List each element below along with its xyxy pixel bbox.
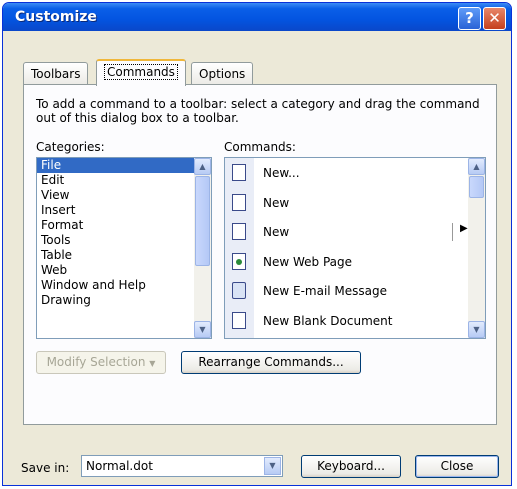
web-page-icon (232, 252, 246, 270)
blank-document-icon (232, 223, 246, 241)
commands-scrollbar[interactable]: ▲ ▼ (468, 158, 485, 338)
button-label: Close (440, 459, 474, 473)
list-item[interactable]: Insert (37, 203, 211, 218)
email-message-icon (232, 282, 246, 300)
save-in-value: Normal.dot (86, 459, 153, 473)
command-label: New Blank Document (263, 313, 393, 328)
categories-list[interactable]: File Edit View Insert Format Tools Table… (36, 157, 212, 339)
tab-commands[interactable]: Commands (96, 59, 186, 86)
button-label: Keyboard... (317, 459, 385, 473)
categories-label: Categories: (36, 140, 105, 154)
keyboard-button[interactable]: Keyboard... (301, 455, 401, 478)
instructions-text: To add a command to a toolbar: select a … (36, 97, 480, 125)
window-title: Customize (15, 9, 97, 25)
rearrange-commands-button[interactable]: Rearrange Commands... (181, 351, 361, 374)
scroll-thumb[interactable] (469, 176, 484, 198)
list-item[interactable]: Format (37, 218, 211, 233)
list-item[interactable]: Tools (37, 233, 211, 248)
list-item[interactable]: New ▶ (225, 217, 485, 247)
commands-label: Commands: (224, 140, 296, 154)
list-item[interactable]: File (37, 158, 211, 173)
list-item[interactable]: Edit (37, 173, 211, 188)
blank-document-icon (232, 164, 246, 181)
list-item[interactable]: Window and Help (37, 278, 211, 293)
list-item[interactable]: Web (37, 263, 211, 278)
list-item[interactable]: New Blank Document (225, 306, 485, 336)
button-label: Rearrange Commands... (198, 355, 344, 369)
list-item[interactable]: View (37, 188, 211, 203)
list-item[interactable]: Table (37, 248, 211, 263)
categories-scrollbar[interactable]: ▲ ▼ (194, 158, 211, 338)
list-item[interactable]: New E-mail Message (225, 276, 485, 306)
command-label: New... (263, 166, 300, 180)
command-label: New E-mail Message (263, 284, 388, 299)
command-label: New Web Page (263, 254, 353, 269)
command-label: New (263, 225, 290, 240)
save-in-label: Save in: (21, 461, 70, 475)
title-bar[interactable]: Customize ? ✕ (3, 3, 511, 31)
submenu-arrow-icon[interactable]: ▶ (460, 223, 468, 234)
chevron-down-icon[interactable]: ▼ (264, 457, 281, 475)
modify-selection-button[interactable]: Modify Selection ▼ (36, 351, 166, 374)
tab-label: Toolbars (31, 67, 81, 81)
list-item[interactable]: New (225, 188, 485, 218)
submenu-divider (452, 223, 453, 242)
tab-label: Options (199, 67, 246, 81)
command-label: New (263, 195, 290, 210)
close-icon[interactable]: ✕ (483, 7, 506, 30)
commands-list[interactable]: New... New New ▶ New Web Page New E-mail… (224, 157, 486, 339)
tab-label: Commands (104, 64, 178, 80)
tab-toolbars[interactable]: Toolbars (23, 62, 89, 84)
list-item[interactable]: Drawing (37, 293, 211, 308)
help-icon[interactable]: ? (458, 7, 481, 30)
scroll-down-icon[interactable]: ▼ (468, 321, 485, 338)
list-item[interactable]: New Web Page (225, 247, 485, 277)
scroll-up-icon[interactable]: ▲ (194, 158, 211, 175)
close-button[interactable]: Close (415, 455, 499, 478)
button-label: Modify Selection (46, 355, 146, 369)
scroll-down-icon[interactable]: ▼ (194, 321, 211, 338)
commands-tab-panel: To add a command to a toolbar: select a … (23, 84, 497, 425)
list-item[interactable]: New... (225, 158, 485, 188)
scroll-thumb[interactable] (195, 176, 210, 266)
blank-document-icon (232, 193, 246, 211)
customize-dialog: Customize ? ✕ Toolbars Commands Options … (2, 2, 512, 486)
blank-document-icon (232, 311, 246, 329)
dropdown-arrow-icon: ▼ (149, 359, 156, 368)
save-in-combobox[interactable]: Normal.dot ▼ (81, 455, 283, 477)
scroll-up-icon[interactable]: ▲ (468, 158, 485, 175)
tab-options[interactable]: Options (191, 62, 254, 84)
